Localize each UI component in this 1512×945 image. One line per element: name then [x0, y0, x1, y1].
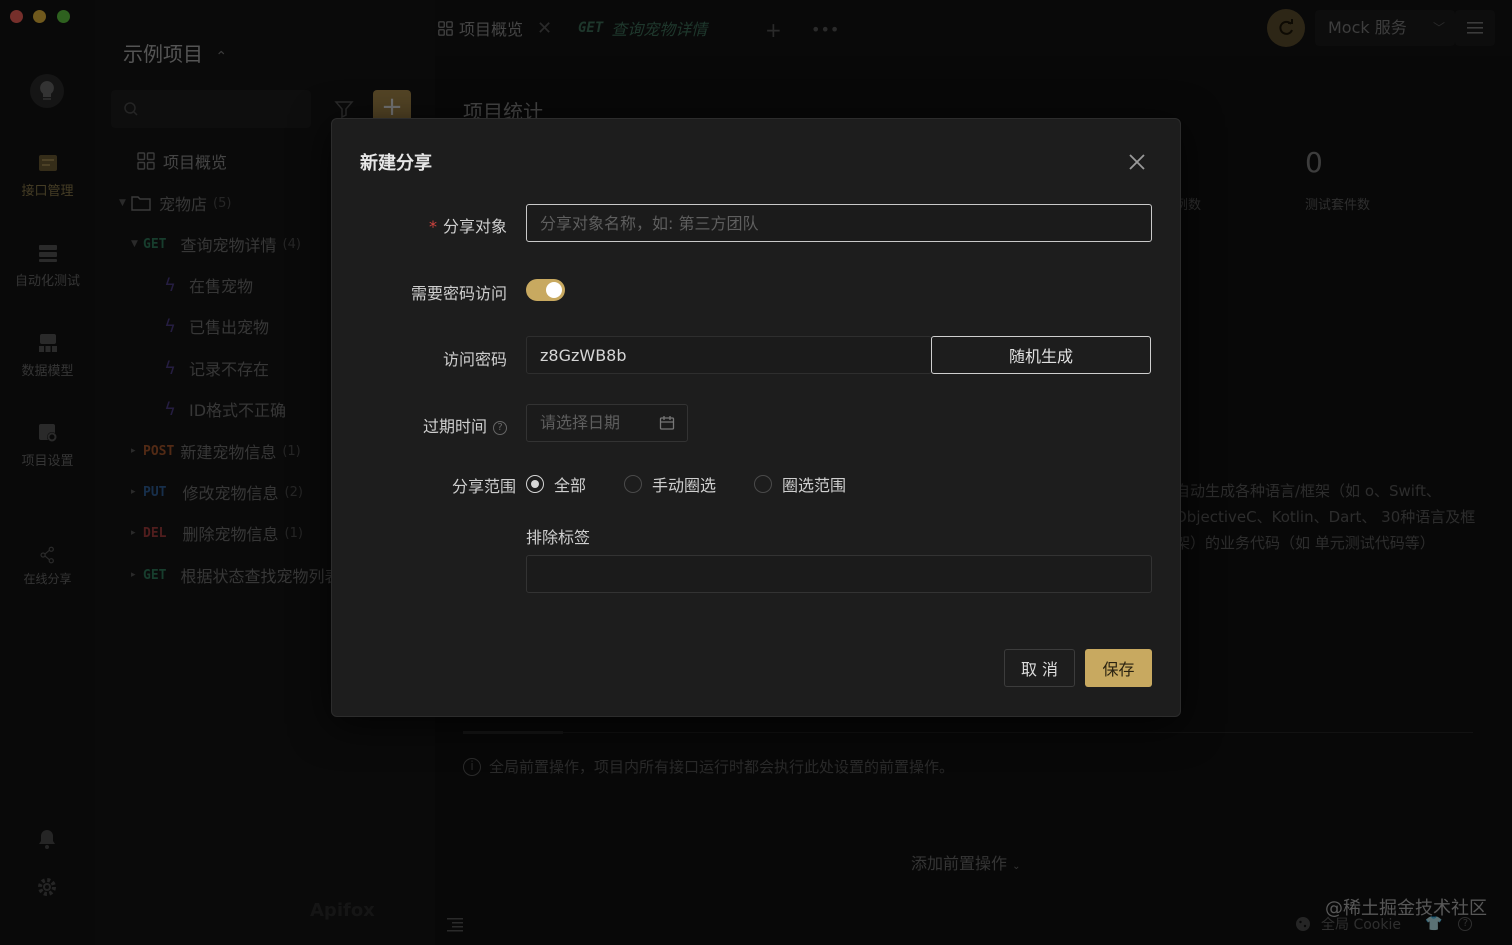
radio-dot: [754, 475, 773, 493]
need-password-label: 需要密码访问: [410, 284, 507, 303]
scope-option-manual[interactable]: 手动圈选: [624, 472, 716, 496]
exclude-tags-input[interactable]: [526, 555, 1152, 593]
password-label: 访问密码: [442, 350, 507, 369]
password-input[interactable]: [526, 336, 932, 374]
save-button[interactable]: 保存: [1085, 649, 1152, 687]
random-generate-button[interactable]: 随机生成: [931, 336, 1151, 374]
toggle-knob: [546, 282, 562, 298]
scope-option-all[interactable]: 全部: [526, 472, 586, 496]
dialog-title: 新建分享: [360, 153, 432, 174]
scope-option-range[interactable]: 圈选范围: [754, 472, 846, 496]
password-toggle[interactable]: [526, 279, 565, 301]
share-target-label: * 分享对象: [428, 217, 507, 236]
share-target-input[interactable]: [526, 204, 1152, 242]
scope-label: 分享范围: [451, 477, 516, 496]
radio-dot: [526, 475, 544, 493]
cancel-button[interactable]: 取 消: [1004, 649, 1075, 687]
expire-time-label: 过期时间?: [327, 413, 507, 437]
exclude-tags-label: 排除标签: [526, 528, 591, 547]
scope-radio-group: 全部 手动圈选 圈选范围: [526, 472, 884, 496]
help-icon[interactable]: ?: [493, 421, 507, 435]
radio-dot: [624, 475, 643, 493]
new-share-dialog: 新建分享 *分享对象 需要密码访问 访问密码 随机生成 过期时间? 请选择日期 …: [331, 118, 1181, 717]
calendar-icon: [659, 416, 675, 430]
date-picker[interactable]: 请选择日期: [526, 404, 688, 442]
close-icon[interactable]: [1126, 151, 1148, 173]
